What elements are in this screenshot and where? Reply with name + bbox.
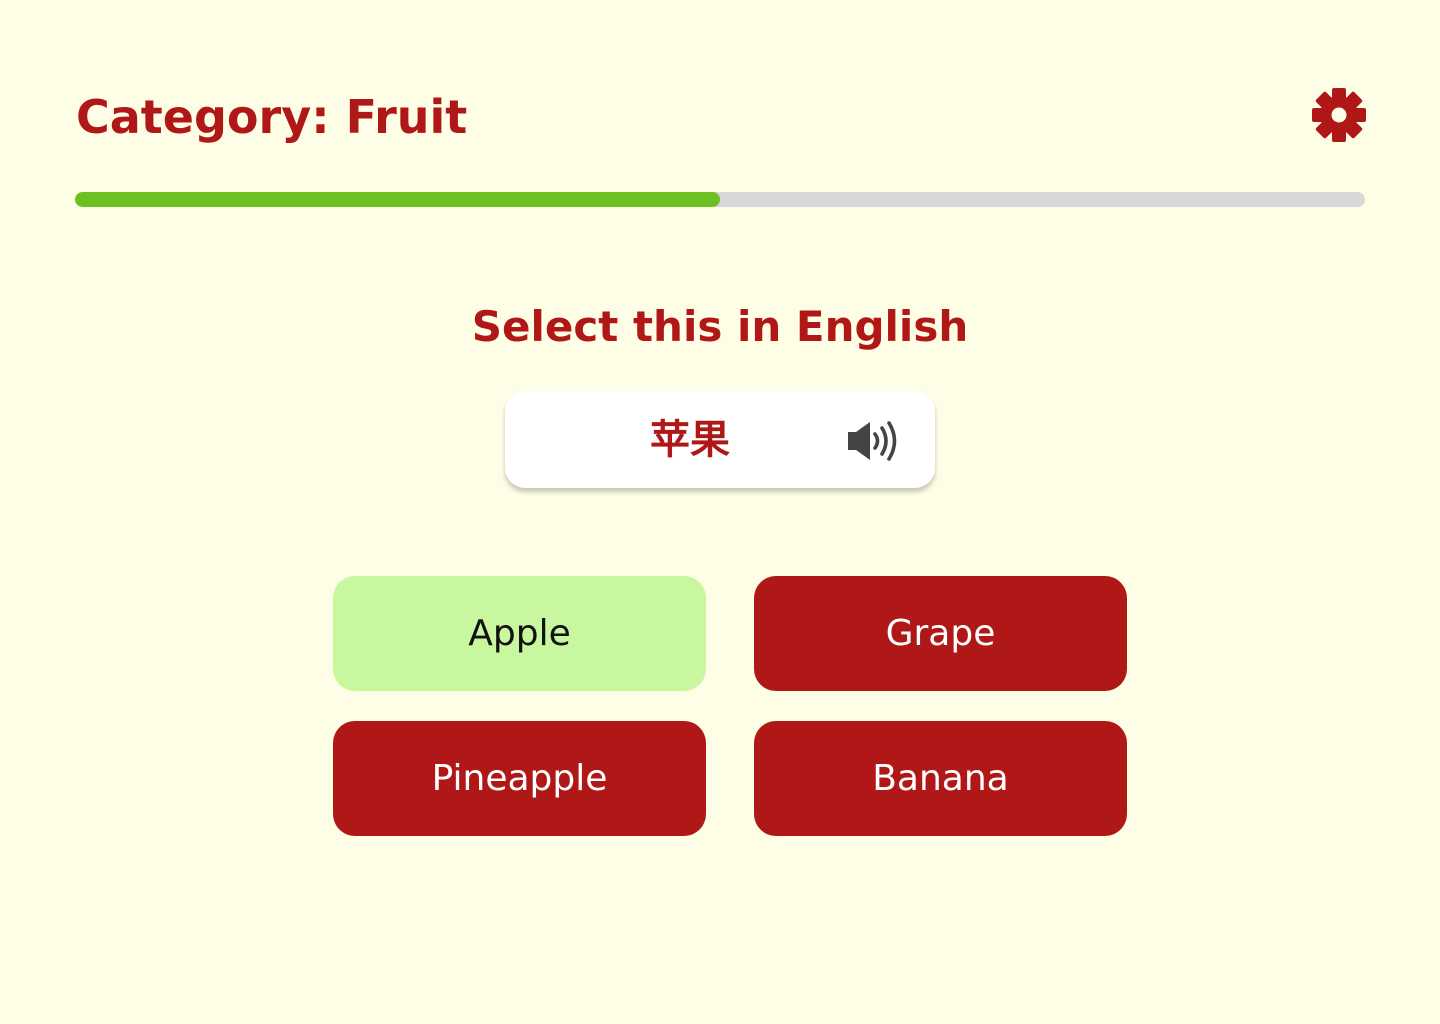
progress-bar-fill [75,192,720,207]
play-audio-button[interactable] [842,416,908,466]
option-pineapple-button[interactable]: Pineapple [333,721,706,836]
option-apple-button[interactable]: Apple [333,576,706,691]
option-banana-button[interactable]: Banana [754,721,1127,836]
speaker-icon [848,421,897,461]
option-grape-button[interactable]: Grape [754,576,1127,691]
settings-button[interactable] [1308,84,1370,146]
target-word: 苹果 [650,417,730,463]
progress-bar [75,192,1365,207]
gear-icon [1312,88,1366,142]
page-title: Category: Fruit [76,90,468,144]
question-prompt: Select this in English [471,302,969,351]
